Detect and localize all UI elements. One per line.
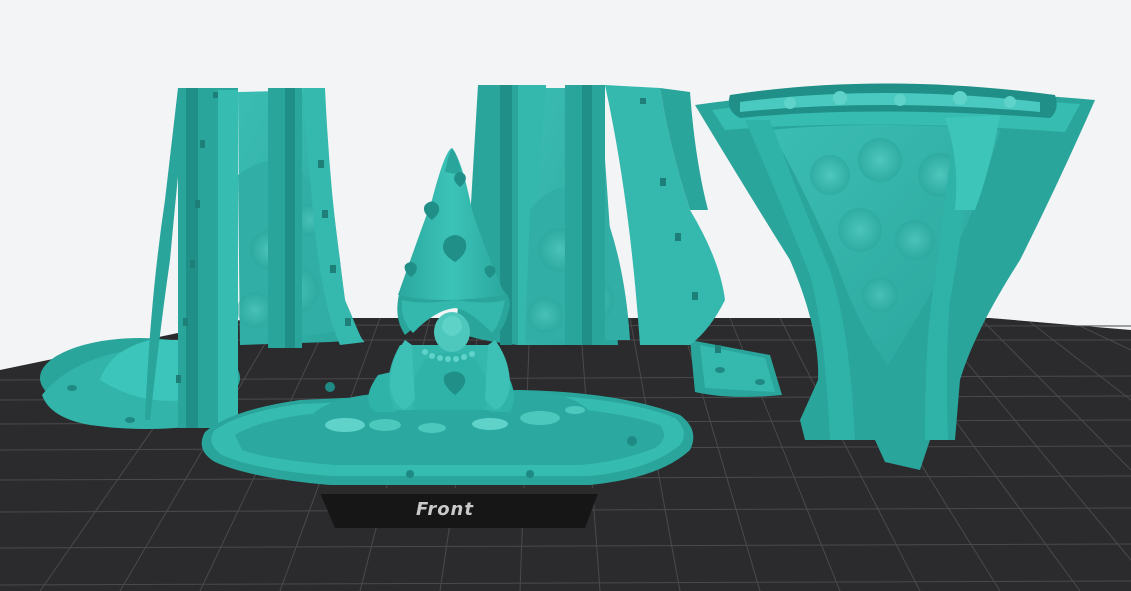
front-label-tab: Front xyxy=(318,488,600,528)
front-label: Front xyxy=(416,499,474,520)
scene-canvas[interactable]: Front xyxy=(0,0,1131,591)
3d-viewport[interactable]: Front xyxy=(0,0,1131,591)
